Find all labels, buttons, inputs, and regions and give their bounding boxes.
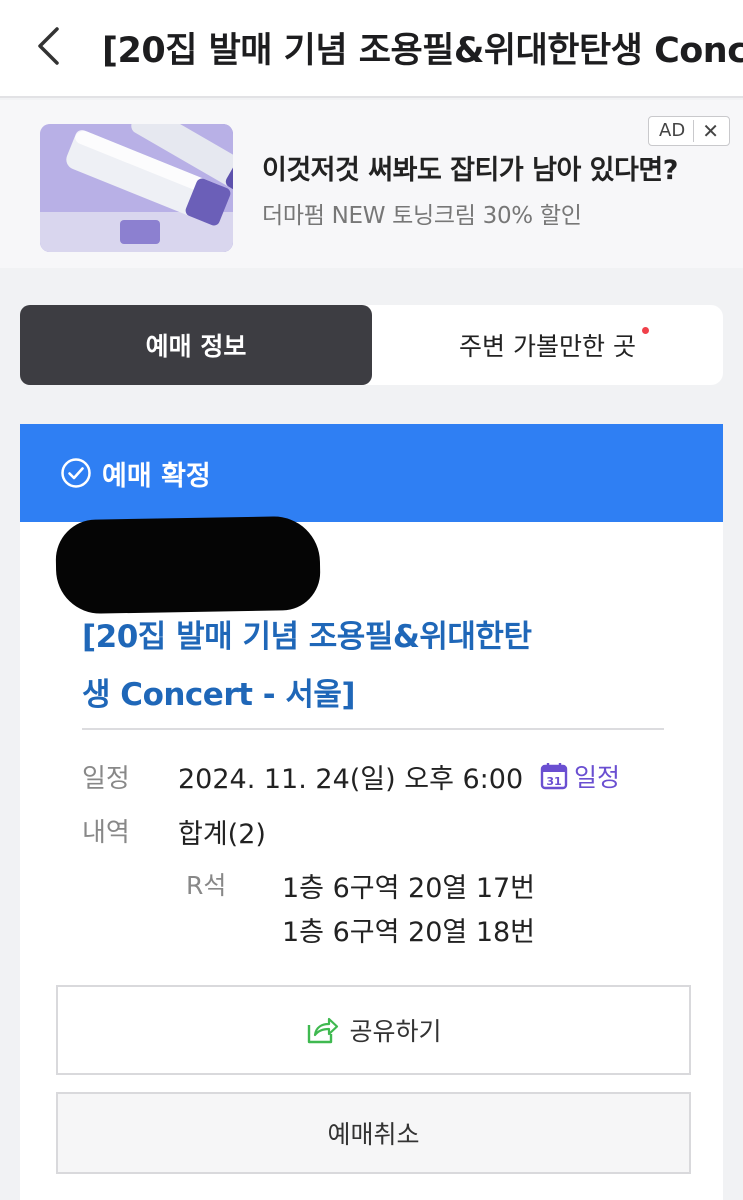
- share-label: 공유하기: [349, 1017, 442, 1046]
- ad-headline[interactable]: 이것저것 써봐도 잡티가 남아 있다면?: [262, 148, 678, 187]
- status-label: 예매 확정: [102, 460, 211, 492]
- event-title-line: [20집 발매 기념 조용필&위대한탄: [82, 619, 532, 655]
- schedule-value: 2024. 11. 24(일) 오후 6:00: [178, 764, 524, 795]
- chevron-left-icon: [38, 27, 59, 65]
- back-button[interactable]: [28, 24, 68, 68]
- page-title: [20집 발매 기념 조용필&위대한탄생 Concer: [102, 31, 743, 71]
- details-label: 내역: [82, 818, 130, 848]
- redacted-block: [55, 515, 321, 615]
- divider: [82, 728, 664, 730]
- top-bar: [20집 발매 기념 조용필&위대한탄생 Concer: [0, 0, 743, 98]
- event-title[interactable]: [20집 발매 기념 조용필&위대한탄 생 Concert - 서울]: [82, 608, 602, 724]
- event-title-line: 생 Concert - 서울]: [82, 677, 356, 713]
- cancel-label: 예매취소: [327, 1120, 420, 1149]
- calendar-icon: 31: [540, 763, 568, 790]
- seat-item: 1층 6구역 20열 17번: [282, 873, 536, 904]
- tab-nearby-places[interactable]: 주변 가볼만한 곳: [372, 305, 723, 385]
- new-dot-badge: [642, 327, 649, 334]
- tab-booking-info[interactable]: 예매 정보: [20, 305, 372, 385]
- tab-bar: 예매 정보 주변 가볼만한 곳: [20, 305, 723, 385]
- tab-label: 주변 가볼만한 곳: [459, 332, 636, 361]
- share-icon: [305, 1015, 339, 1045]
- ad-product-image[interactable]: [40, 124, 233, 252]
- tab-label: 예매 정보: [145, 332, 247, 361]
- check-circle-icon: [60, 457, 92, 489]
- cancel-booking-button[interactable]: 예매취소: [56, 1092, 691, 1174]
- ad-close-icon[interactable]: ✕: [694, 119, 719, 143]
- ad-badge: AD ✕: [648, 116, 730, 146]
- seat-grade: R석: [186, 871, 227, 900]
- details-value: 합계(2): [178, 819, 266, 850]
- calendar-link-label: 일정: [574, 763, 621, 792]
- seat-item: 1층 6구역 20열 18번: [282, 917, 536, 948]
- add-to-calendar-link[interactable]: 31 일정: [540, 758, 620, 794]
- ad-label: AD: [649, 120, 695, 142]
- schedule-label: 일정: [82, 764, 130, 794]
- ad-banner[interactable]: AD ✕ 이것저것 써봐도 잡티가 남아 있다면? 더마펌 NEW 토닝크림 3…: [0, 100, 743, 268]
- booking-status-banner: 예매 확정: [20, 424, 723, 522]
- ad-subline[interactable]: 더마펌 NEW 토닝크림 30% 할인: [262, 196, 582, 230]
- share-button[interactable]: 공유하기: [56, 985, 691, 1075]
- calendar-day: 31: [546, 775, 561, 788]
